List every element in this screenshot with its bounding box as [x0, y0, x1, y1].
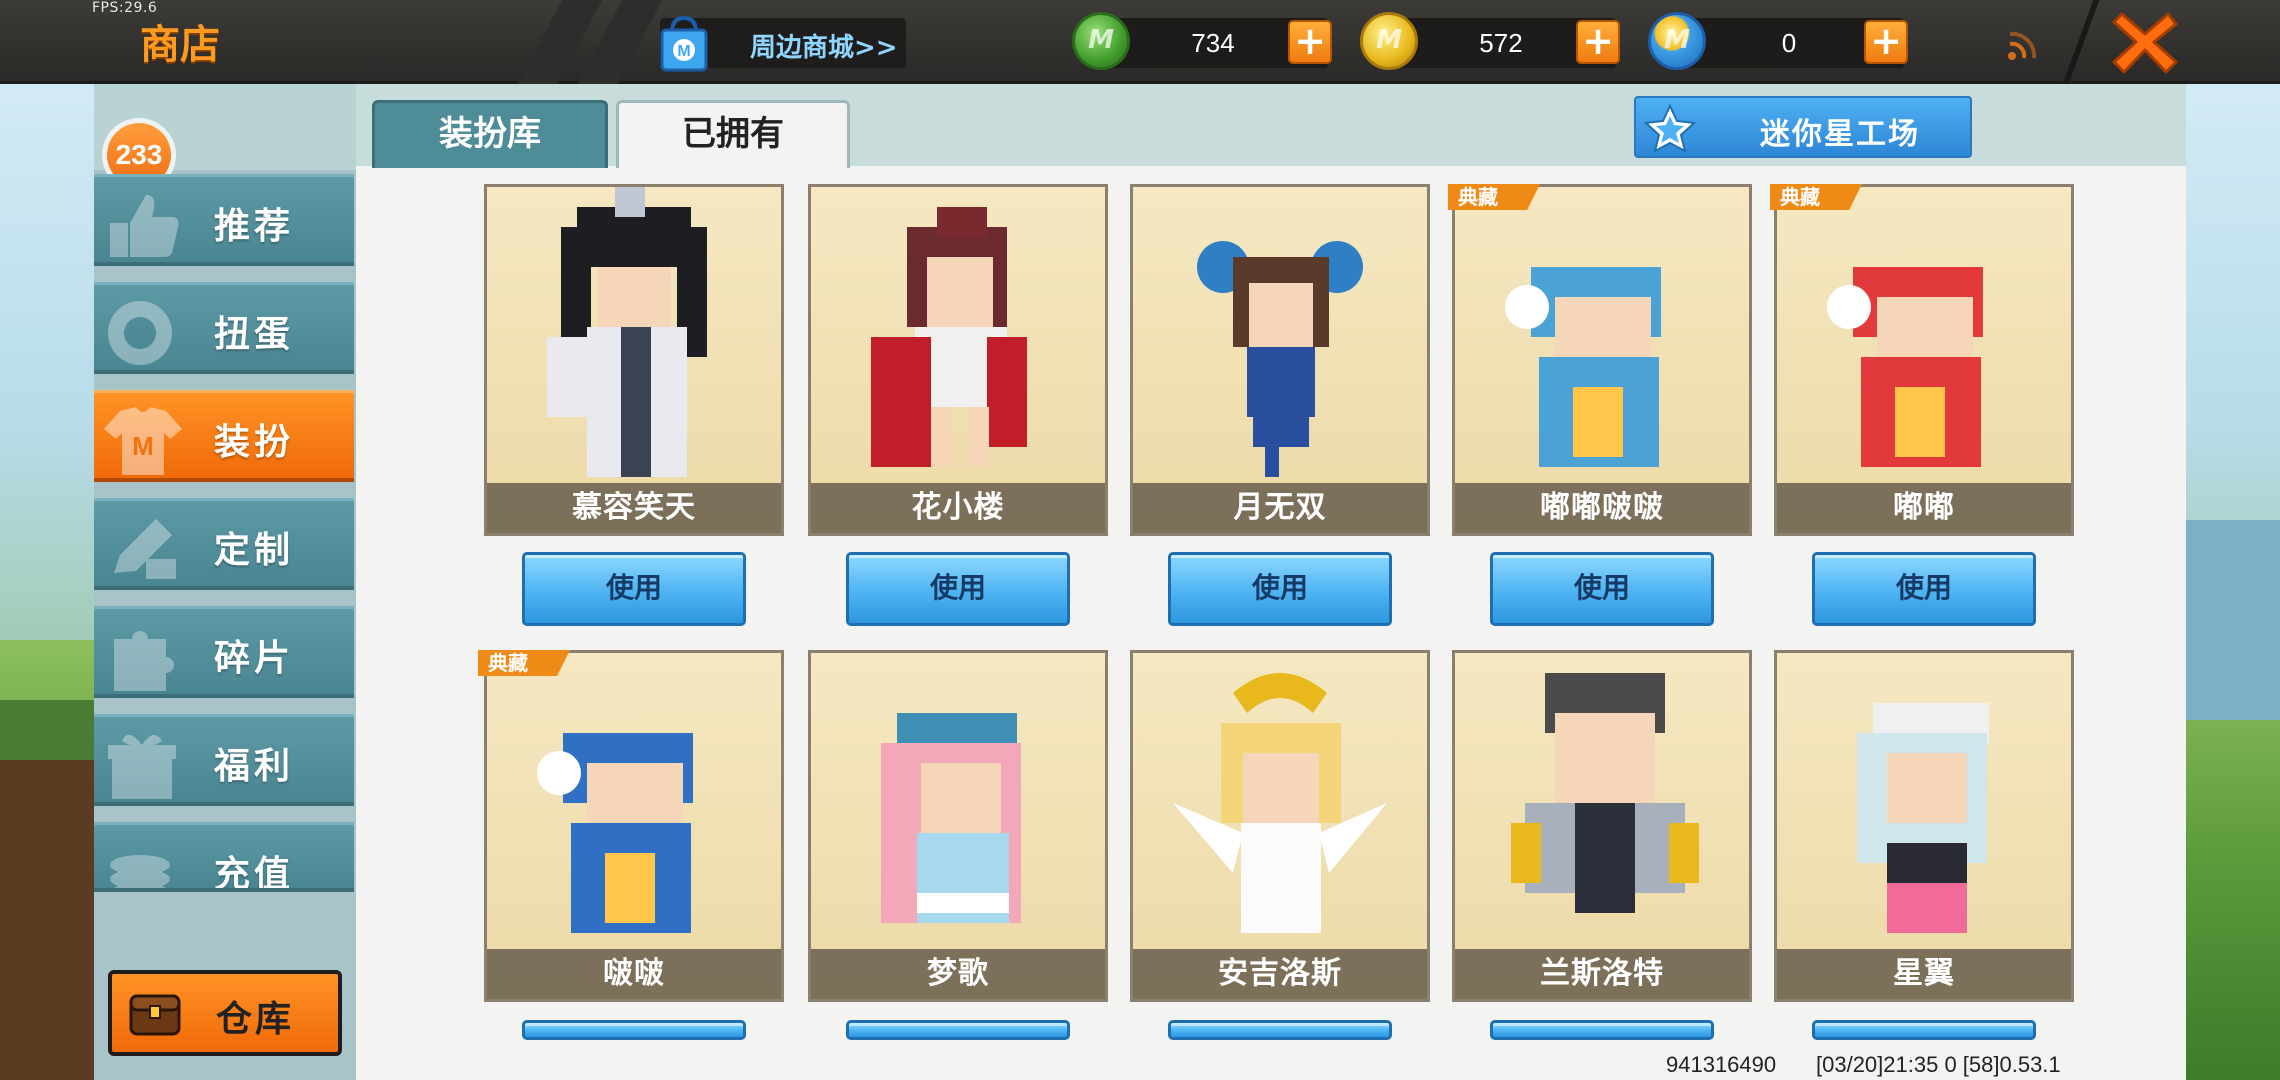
character-portrait: [1505, 267, 1661, 467]
gold-coin-icon: M: [1360, 12, 1418, 70]
collector-tag: 典藏: [1770, 184, 1862, 210]
warehouse-button[interactable]: 仓库: [108, 970, 342, 1056]
merch-mall-label: 周边商城>>: [750, 33, 898, 63]
collector-tag: 典藏: [478, 650, 570, 676]
sidebar-item-outfit[interactable]: M 装扮: [94, 390, 354, 482]
add-blue-coin-button[interactable]: +: [1864, 20, 1908, 64]
add-gold-coin-button[interactable]: +: [1576, 20, 1620, 64]
tab-owned[interactable]: 已拥有: [616, 100, 850, 168]
gold-coin-balance: M 572 +: [1360, 12, 1620, 70]
skin-name: 月无双: [1133, 483, 1427, 533]
character-portrait: [1197, 241, 1363, 477]
page-title: 商店: [140, 22, 220, 68]
green-coin-value: 734: [1191, 28, 1235, 58]
use-button[interactable]: [1168, 1020, 1392, 1040]
shopping-bag-icon: M: [660, 15, 708, 72]
thumbs-up-icon: [110, 195, 179, 257]
chest-icon: [129, 994, 181, 1036]
character-portrait: [1857, 703, 1989, 933]
use-button[interactable]: 使用: [1168, 552, 1392, 626]
skin-name: 嘟嘟: [1777, 483, 2071, 533]
skin-card[interactable]: 月无双: [1130, 184, 1430, 536]
skin-name: 星翼: [1777, 949, 2071, 999]
skin-name: 安吉洛斯: [1133, 949, 1427, 999]
pencil-icon: [114, 519, 176, 579]
coins-icon: [110, 855, 170, 888]
use-button[interactable]: [1490, 1020, 1714, 1040]
character-portrait: [881, 713, 1021, 923]
sidebar-item-recommend[interactable]: 推荐: [94, 174, 354, 266]
puzzle-icon: [114, 631, 174, 691]
svg-text:M: M: [132, 431, 154, 461]
tab-outfit-library[interactable]: 装扮库: [372, 100, 608, 168]
skin-card[interactable]: 嘟嘟啵啵: [1452, 184, 1752, 536]
skin-card[interactable]: 星翼: [1774, 650, 2074, 1002]
sidebar-item-welfare[interactable]: 福利: [94, 714, 354, 806]
skin-name: 兰斯洛特: [1455, 949, 1749, 999]
character-portrait: [1511, 673, 1699, 913]
collector-tag: 典藏: [1448, 184, 1540, 210]
skin-card[interactable]: 兰斯洛特: [1452, 650, 1752, 1002]
merch-mall-button[interactable]: M 周边商城>>: [660, 15, 906, 72]
use-button[interactable]: 使用: [522, 552, 746, 626]
capsule-icon: [108, 301, 172, 365]
green-coin-balance: M 734 +: [1072, 12, 1332, 70]
use-button[interactable]: 使用: [1812, 552, 2036, 626]
sidebar-item-fragments[interactable]: 碎片: [94, 606, 354, 698]
sidebar-item-gacha[interactable]: 扭蛋: [94, 282, 354, 374]
character-portrait: [537, 733, 693, 933]
blue-coin-icon: M: [1648, 12, 1706, 70]
character-portrait: [871, 207, 1027, 467]
skin-name: 梦歌: [811, 949, 1105, 999]
add-green-coin-button[interactable]: +: [1288, 20, 1332, 64]
use-button[interactable]: [1812, 1020, 2036, 1040]
gold-coin-value: 572: [1479, 28, 1523, 58]
skin-name: 啵啵: [487, 949, 781, 999]
use-button[interactable]: 使用: [1490, 552, 1714, 626]
build-info: [03/20]21:35 0 [58]0.53.1: [1816, 1052, 2061, 1077]
skin-card[interactable]: 慕容笑天: [484, 184, 784, 536]
skin-card[interactable]: 梦歌: [808, 650, 1108, 1002]
use-button[interactable]: [846, 1020, 1070, 1040]
sidebar-item-custom[interactable]: 定制: [94, 498, 354, 590]
use-button[interactable]: 使用: [846, 552, 1070, 626]
mini-workshop-button[interactable]: 迷你星工场: [1634, 96, 1972, 158]
gift-icon: [108, 734, 176, 799]
star-icon: [1643, 103, 1697, 153]
signal-icon: [2008, 31, 2037, 60]
svg-text:M: M: [677, 43, 690, 60]
character-portrait: [1827, 267, 1983, 467]
blue-coin-value: 0: [1781, 28, 1797, 58]
character-portrait: [547, 187, 707, 477]
sidebar-item-recharge[interactable]: 充值: [94, 822, 354, 892]
skin-card[interactable]: 安吉洛斯: [1130, 650, 1430, 1002]
shirt-icon: M: [104, 407, 182, 475]
user-id: 941316490: [1666, 1052, 1777, 1077]
skin-name: 慕容笑天: [487, 483, 781, 533]
green-coin-icon: M: [1072, 12, 1130, 70]
character-portrait: [1173, 673, 1387, 933]
skin-card[interactable]: 啵啵: [484, 650, 784, 1002]
skin-card[interactable]: 花小楼: [808, 184, 1108, 536]
skin-card[interactable]: 嘟嘟: [1774, 184, 2074, 536]
use-button[interactable]: [522, 1020, 746, 1040]
blue-coin-balance: M 0 +: [1648, 12, 1908, 70]
skin-name: 花小楼: [811, 483, 1105, 533]
skin-name: 嘟嘟啵啵: [1455, 483, 1749, 533]
close-icon[interactable]: [2110, 6, 2180, 76]
